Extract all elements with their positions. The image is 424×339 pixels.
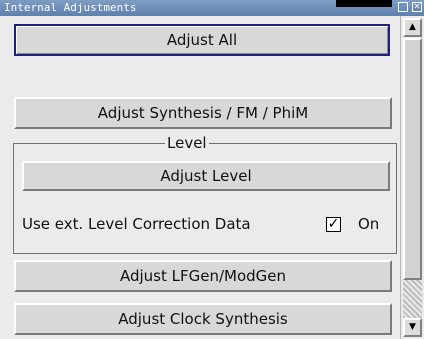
level-correction-label: Use ext. Level Correction Data [22,215,251,233]
level-groupbox [13,143,397,254]
checkbox-on-label: On [358,215,380,233]
internal-adjustments-window: Internal Adjustments × Adjust All Adjust… [0,0,424,339]
maximize-icon[interactable] [398,2,408,12]
dialog-content: Adjust All Adjust Synthesis / FM / PhiM … [0,16,400,339]
level-correction-checkbox[interactable]: ✓ [326,217,341,232]
arrow-down-icon[interactable]: ▼ [403,318,422,337]
scroll-track[interactable] [403,280,422,318]
adjust-lfgen-button[interactable]: Adjust LFGen/ModGen [14,260,392,292]
adjust-all-button[interactable]: Adjust All [14,24,390,56]
level-group-legend: Level [165,134,209,152]
vertical-scrollbar[interactable]: ▲ ▼ [400,16,424,339]
adjust-level-button[interactable]: Adjust Level [22,161,390,191]
close-icon[interactable]: × [412,2,422,12]
scroll-thumb[interactable] [403,38,422,280]
adjust-synthesis-button[interactable]: Adjust Synthesis / FM / PhiM [14,97,392,129]
adjust-clock-button[interactable]: Adjust Clock Synthesis [14,303,392,335]
titlebar-dark-block [336,0,392,7]
window-title: Internal Adjustments [4,1,137,14]
arrow-up-icon[interactable]: ▲ [403,18,422,37]
title-bar[interactable]: Internal Adjustments × [0,0,424,16]
